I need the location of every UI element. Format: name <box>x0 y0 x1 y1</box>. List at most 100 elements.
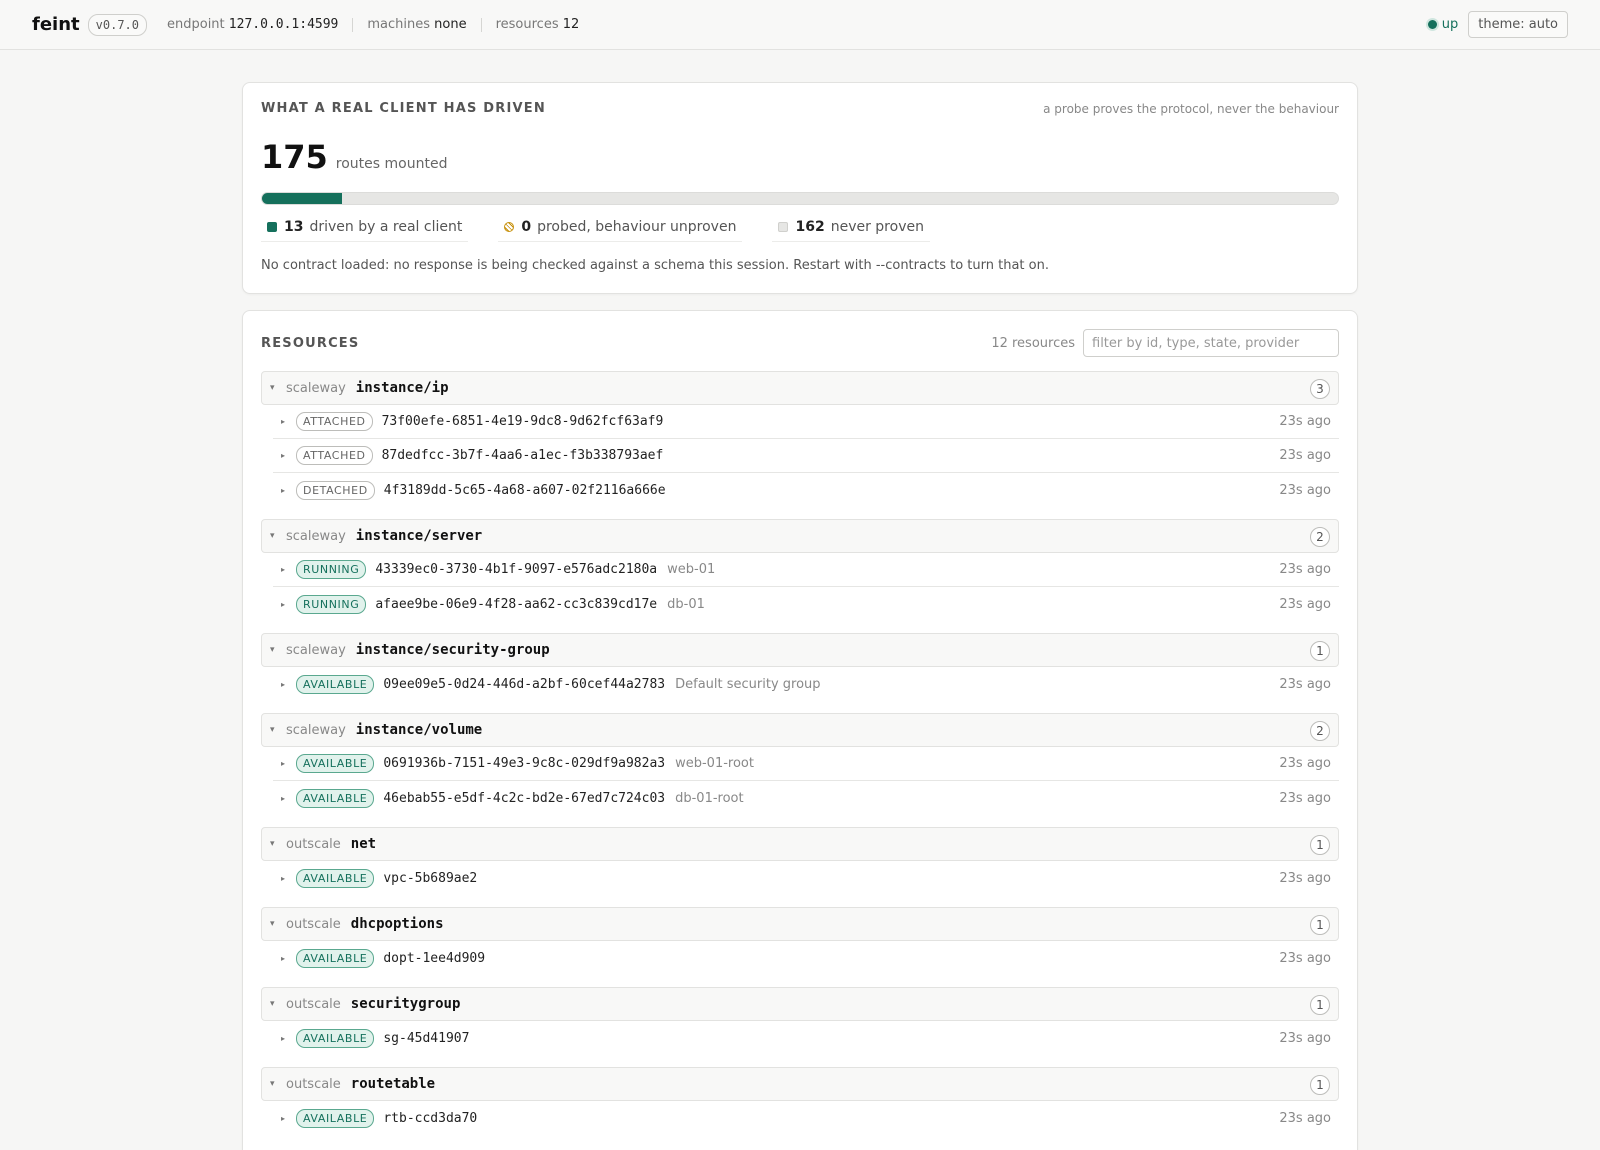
caret-right-icon: ▸ <box>281 565 286 574</box>
coverage-note: a probe proves the protocol, never the b… <box>1043 101 1339 116</box>
resource-name: db-01-root <box>675 790 744 806</box>
top-right: up theme: auto <box>1427 11 1568 38</box>
main-content: WHAT A REAL CLIENT HAS DRIVEN a probe pr… <box>242 82 1358 1150</box>
caret-right-icon: ▸ <box>281 1113 286 1123</box>
caret-down-icon: ▾ <box>270 839 275 849</box>
caret-right-icon: ▸ <box>281 953 286 963</box>
resource-group-header[interactable]: ▾ scaleway instance/server 2 <box>261 519 1339 553</box>
probed-count: 0 <box>521 219 532 235</box>
never-swatch-icon <box>778 222 789 232</box>
state-badge: AVAILABLE <box>296 1108 375 1128</box>
state-badge: AVAILABLE <box>296 674 375 694</box>
group-type: instance/security-group <box>355 642 550 658</box>
resource-group: ▾ scaleway instance/security-group 1 ▸ AVAILA… <box>261 633 1339 701</box>
resource-group: ▾ outscale net 1 ▸ AVAILABLE vpc-5b689ae2 23s a… <box>261 827 1339 895</box>
resource-id: 73f00efe-6851-4e19-9dc8-9d62fcf63af9 <box>381 414 664 429</box>
resource-id: vpc-5b689ae2 <box>383 870 478 886</box>
group-provider: outscale <box>286 996 341 1012</box>
caret-down-icon: ▾ <box>270 999 275 1009</box>
routes-summary: 175 routes mounted <box>261 138 1339 176</box>
resource-row[interactable]: ▸ ATTACHED 87dedfcc-3b7f-4aa6-a1ec-f3b3387… <box>273 439 1339 473</box>
state-badge: DETACHED <box>296 480 375 500</box>
group-type: instance/server <box>355 528 483 544</box>
caret-down-icon: ▾ <box>270 725 275 735</box>
group-provider: scaleway <box>286 380 346 396</box>
resource-rows: ▸ ATTACHED 73f00efe-6851-4e19-9dc8-9d62fcf… <box>273 405 1339 507</box>
status-dot-icon <box>1427 20 1437 29</box>
group-provider: scaleway <box>286 642 346 658</box>
caret-right-icon: ▸ <box>281 873 286 883</box>
group-provider: outscale <box>286 916 341 932</box>
theme-toggle-button[interactable]: theme: auto <box>1468 11 1568 38</box>
version-badge: v0.7.0 <box>87 13 147 36</box>
server-status: up <box>1427 17 1458 32</box>
resource-group-header[interactable]: ▾ outscale dhcpoptions 1 <box>261 907 1339 941</box>
resource-id: afaee9be-06e9-4f28-aa62-cc3c839cd17e <box>375 596 658 612</box>
resource-id: rtb-ccd3da70 <box>383 1110 478 1126</box>
resource-groups: ▾ scaleway instance/ip 3 ▸ ATTACHED 73f00efe-6… <box>261 371 1339 1135</box>
routes-count: 175 <box>261 138 328 176</box>
resource-rows: ▸ RUNNING 43339ec0-3730-4b1f-9097-e576adc2… <box>273 553 1339 621</box>
resources-title: RESOURCES <box>261 335 360 351</box>
resource-row[interactable]: ▸ DETACHED 4f3189dd-5c65-4a68-a607-02f2116… <box>273 473 1339 507</box>
resource-group: ▾ scaleway instance/server 2 ▸ RUNNING 43339ec… <box>261 519 1339 621</box>
resource-row[interactable]: ▸ RUNNING afaee9be-06e9-4f28-aa62-cc3c839c… <box>273 587 1339 621</box>
resource-row[interactable]: ▸ AVAILABLE sg-45d41907 23s ago <box>273 1021 1339 1055</box>
never-label: never proven <box>830 219 924 235</box>
resource-row[interactable]: ▸ AVAILABLE vpc-5b689ae2 23s ago <box>273 861 1339 895</box>
resources-label: resources <box>495 17 559 32</box>
group-provider: scaleway <box>286 528 346 544</box>
caret-right-icon: ▸ <box>281 451 286 460</box>
never-count: 162 <box>795 219 825 235</box>
driven-swatch-icon <box>267 222 277 232</box>
resource-group: ▾ scaleway instance/ip 3 ▸ ATTACHED 73f00efe-6… <box>261 371 1339 507</box>
caret-right-icon: ▸ <box>281 793 286 803</box>
caret-down-icon: ▾ <box>270 919 275 929</box>
resource-group-header[interactable]: ▾ outscale securitygroup 1 <box>261 987 1339 1021</box>
contract-note: No contract loaded: no response is being… <box>261 258 1049 273</box>
resource-row[interactable]: ▸ ATTACHED 73f00efe-6851-4e19-9dc8-9d62fcf… <box>273 405 1339 439</box>
routes-label: routes mounted <box>335 156 448 172</box>
resource-row[interactable]: ▸ AVAILABLE 46ebab55-e5df-4c2c-bd2e-67ed7c… <box>273 781 1339 815</box>
resource-row[interactable]: ▸ AVAILABLE 0691936b-7151-49e3-9c8c-029df9… <box>273 747 1339 781</box>
state-badge: AVAILABLE <box>296 948 375 968</box>
resource-group-header[interactable]: ▾ outscale net 1 <box>261 827 1339 861</box>
caret-right-icon: ▸ <box>281 485 286 495</box>
state-badge: ATTACHED <box>296 446 373 465</box>
probed-label: probed, behaviour unproven <box>537 219 737 235</box>
resource-group-header[interactable]: ▾ scaleway instance/volume 2 <box>261 713 1339 747</box>
coverage-progress-bar <box>261 192 1339 205</box>
resources-info: resources 12 <box>496 17 580 32</box>
resource-row[interactable]: ▸ AVAILABLE dopt-1ee4d909 23s ago <box>273 941 1339 975</box>
coverage-card: WHAT A REAL CLIENT HAS DRIVEN a probe pr… <box>242 82 1358 294</box>
resource-group-header[interactable]: ▾ scaleway instance/security-group 1 <box>261 633 1339 667</box>
brand-name: feint <box>32 14 80 35</box>
divider <box>352 17 354 32</box>
resource-row[interactable]: ▸ RUNNING 43339ec0-3730-4b1f-9097-e576adc2… <box>273 553 1339 587</box>
resource-row[interactable]: ▸ AVAILABLE 09ee09e5-0d24-446d-a2bf-60cef4… <box>273 667 1339 701</box>
driven-label: driven by a real client <box>309 219 463 235</box>
resource-group: ▾ scaleway instance/volume 2 ▸ AVAILABLE 06919… <box>261 713 1339 815</box>
legend-driven: 13 driven by a real client <box>261 219 469 242</box>
resource-row[interactable]: ▸ AVAILABLE rtb-ccd3da70 23s ago <box>273 1101 1339 1135</box>
resource-group-header[interactable]: ▾ outscale routetable 1 <box>261 1067 1339 1101</box>
probed-swatch-icon <box>504 222 515 232</box>
group-type: instance/ip <box>355 380 449 396</box>
resource-age: 23s ago <box>1279 596 1331 612</box>
group-provider: outscale <box>286 836 341 852</box>
group-count-badge: 1 <box>1310 1075 1330 1095</box>
group-type: instance/volume <box>355 722 483 738</box>
state-badge: AVAILABLE <box>296 1028 375 1048</box>
machines-value: none <box>434 17 467 32</box>
resource-age: 23s ago <box>1279 448 1331 463</box>
resource-age: 23s ago <box>1279 756 1331 771</box>
legend-probed: 0 probed, behaviour unproven <box>498 219 743 242</box>
caret-right-icon: ▸ <box>281 599 286 609</box>
resource-group-header[interactable]: ▾ scaleway instance/ip 3 <box>261 371 1339 405</box>
resource-rows: ▸ AVAILABLE rtb-ccd3da70 23s ago <box>273 1101 1339 1135</box>
resource-group: ▾ outscale routetable 1 ▸ AVAILABLE rtb-ccd3da… <box>261 1067 1339 1135</box>
resource-rows: ▸ AVAILABLE sg-45d41907 23s ago <box>273 1021 1339 1055</box>
filter-input[interactable] <box>1083 329 1339 357</box>
endpoint-label: endpoint <box>167 17 225 32</box>
resource-name: web-01-root <box>675 756 754 771</box>
